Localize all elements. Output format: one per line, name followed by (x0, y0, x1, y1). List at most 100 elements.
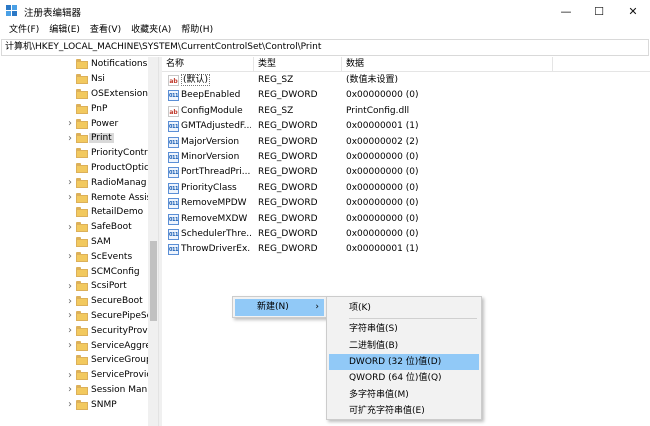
folder-icon (76, 281, 88, 292)
submenu-item[interactable]: QWORD (64 位)值(Q) (329, 370, 479, 386)
tree-item[interactable]: SAM (0, 235, 150, 250)
tree-item[interactable]: › RadioManag (0, 175, 150, 190)
tree-item[interactable]: › Remote Assis (0, 190, 151, 205)
tree-item[interactable]: › ServiceProvic (0, 368, 151, 383)
submenu-item[interactable]: 二进制值(B) (329, 338, 479, 354)
chevron-right-icon[interactable]: › (66, 340, 74, 351)
tree-item[interactable]: › SNMP (0, 397, 150, 412)
tree-item[interactable]: RetailDemo (0, 205, 150, 220)
menu-file[interactable]: 文件(F) (4, 22, 44, 38)
value-data: 0x00000000 (0) (346, 182, 419, 193)
chevron-right-icon[interactable]: › (66, 192, 74, 203)
folder-icon (76, 192, 88, 203)
window-title: 注册表编辑器 (24, 8, 82, 19)
menu-favorites[interactable]: 收藏夹(A) (126, 22, 176, 38)
chevron-right-icon[interactable]: › (66, 133, 74, 144)
column-header-name[interactable]: 名称 (162, 57, 254, 72)
chevron-right-icon[interactable]: › (66, 118, 74, 129)
submenu-item[interactable]: 字符串值(S) (329, 321, 479, 337)
value-row[interactable]: 011 MinorVersion REG_DWORD 0x00000000 (0) (162, 150, 650, 165)
minimize-button[interactable]: — (549, 0, 583, 22)
tree-item[interactable]: › ScEvents (0, 249, 150, 264)
folder-icon (76, 370, 88, 381)
chevron-right-icon[interactable]: › (66, 222, 74, 233)
value-row[interactable]: 011 RemoveMXDW REG_DWORD 0x00000000 (0) (162, 212, 650, 227)
value-name-text: (默认) (181, 74, 211, 86)
value-row[interactable]: 011 BeepEnabled REG_DWORD 0x00000000 (0) (162, 88, 650, 103)
value-type: REG_DWORD (258, 229, 318, 239)
chevron-right-icon[interactable]: › (66, 251, 74, 262)
value-name-text: GMTAdjustedF... (181, 121, 251, 132)
submenu-item[interactable]: 多字符串值(M) (329, 387, 479, 403)
chevron-right-icon[interactable]: › (66, 370, 74, 381)
title-bar: 注册表编辑器 — ☐ ✕ (0, 0, 650, 22)
tree-item-label: RetailDemo (91, 207, 144, 218)
submenu-item[interactable]: 项(K) (329, 300, 479, 316)
submenu-item[interactable]: DWORD (32 位)值(D) (329, 353, 479, 370)
column-header-type[interactable]: 类型 (254, 57, 342, 72)
value-name: (默认) (181, 73, 251, 88)
tree-scrollbar-thumb[interactable] (150, 241, 157, 321)
value-row[interactable]: 011 MajorVersion REG_DWORD 0x00000002 (2) (162, 135, 650, 150)
key-tree[interactable]: › SNMP › Session Man › ServiceProvic ServiceGr… (0, 57, 158, 426)
folder-icon (76, 355, 88, 366)
tree-item[interactable]: › SafeBoot (0, 220, 150, 235)
tree-item[interactable]: Nsi (0, 72, 150, 87)
value-name: RemoveMXDW (181, 212, 251, 227)
maximize-button[interactable]: ☐ (582, 0, 616, 22)
close-button[interactable]: ✕ (616, 0, 650, 22)
value-data: PrintConfig.dll (346, 105, 410, 116)
menu-help[interactable]: 帮助(H) (176, 22, 218, 38)
menu-view[interactable]: 查看(V) (85, 22, 126, 38)
tree-item[interactable]: › Print (0, 131, 150, 146)
value-row[interactable]: 011 SchedulerThre... REG_DWORD 0x00000000 (… (162, 227, 650, 242)
value-row[interactable]: 011 ThrowDriverEx... REG_DWORD 0x00000001 (… (162, 242, 650, 257)
folder-icon (76, 118, 88, 129)
tree-item[interactable]: › Power (0, 116, 150, 131)
chevron-right-icon[interactable]: › (66, 177, 74, 188)
tree-item[interactable]: › ScsiPort (0, 279, 150, 294)
menu-edit[interactable]: 编辑(E) (44, 22, 85, 38)
tree-item[interactable]: PnP (0, 101, 150, 116)
submenu-item[interactable]: 可扩充字符串值(E) (329, 403, 479, 419)
tree-item[interactable]: › Session Man (0, 383, 150, 398)
chevron-right-icon[interactable]: › (66, 310, 74, 321)
tree-item[interactable]: SCMConfig (0, 264, 150, 279)
tree-item[interactable]: › SecureBoot (0, 294, 150, 309)
tree-item[interactable]: OSExtensionD (0, 87, 155, 102)
tree-item-label: SafeBoot (91, 222, 132, 233)
value-type: REG_SZ (258, 75, 294, 85)
tree-item[interactable]: › ServiceAggre (0, 338, 151, 353)
tree-item[interactable]: PriorityContro (0, 146, 153, 161)
tree-item[interactable]: ProductOptic (0, 161, 150, 176)
value-name-text: SchedulerThre... (181, 229, 251, 239)
tree-item[interactable]: › SecurityProvi (0, 323, 150, 338)
menu-bar: 文件(F) 编辑(E) 查看(V) 收藏夹(A) 帮助(H) (0, 22, 650, 38)
tree-item[interactable]: Notifications (0, 57, 150, 72)
chevron-right-icon[interactable]: › (66, 325, 74, 336)
address-bar[interactable]: 计算机\HKEY_LOCAL_MACHINE\SYSTEM\CurrentCon… (1, 39, 649, 56)
context-menu-new[interactable]: 新建(N) › (235, 299, 324, 316)
value-row[interactable]: ab ConfigModule REG_SZ PrintConfig.dll (162, 104, 650, 119)
tree-item[interactable]: › SecurePipeSe (0, 309, 152, 324)
value-name-text: ThrowDriverEx... (181, 244, 251, 255)
binary-value-icon: 011 (168, 152, 179, 163)
chevron-right-icon[interactable]: › (66, 296, 74, 307)
value-row[interactable]: 011 PortThreadPri... REG_DWORD 0x00000000 (… (162, 165, 650, 180)
column-header-data[interactable]: 数据 (342, 57, 553, 72)
value-name-text: RemoveMXDW (181, 213, 248, 224)
tree-item-label: SAM (91, 236, 111, 247)
value-row[interactable]: 011 GMTAdjustedF... REG_DWORD 0x00000001 (1… (162, 119, 650, 134)
chevron-right-icon[interactable]: › (66, 281, 74, 292)
folder-icon (76, 266, 88, 277)
value-row[interactable]: ab (默认) REG_SZ (数值未设置) (162, 73, 650, 88)
new-submenu: 项(K) 字符串值(S) 二进制值(B) DWORD (32 位)值(D) QWORD … (326, 296, 482, 420)
value-row[interactable]: 011 RemoveMPDW REG_DWORD 0x00000000 (0) (162, 196, 650, 211)
tree-item[interactable]: ServiceGroup (0, 353, 152, 368)
value-row[interactable]: 011 PriorityClass REG_DWORD 0x00000000 (0) (162, 181, 650, 196)
value-data: 0x00000001 (1) (346, 121, 419, 132)
tree-item-label: ProductOptic (91, 162, 149, 173)
chevron-right-icon[interactable]: › (66, 384, 74, 395)
binary-value-icon: 011 (168, 167, 179, 179)
chevron-right-icon[interactable]: › (66, 399, 74, 410)
